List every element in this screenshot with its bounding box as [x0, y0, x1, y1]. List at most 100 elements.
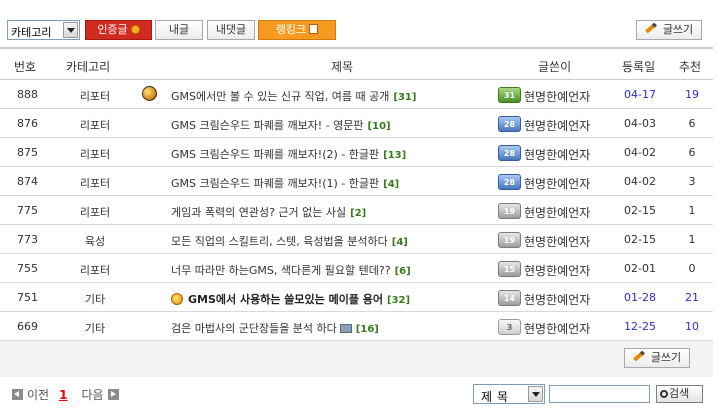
prev-page-link[interactable]: 이전 [27, 388, 49, 402]
table-row: 755 리포터 너무 따라만 하는GMS, 색다른게 필요할 텐데?? [6] 15 현명… [0, 254, 713, 283]
chevron-down-icon[interactable] [63, 22, 78, 38]
author-name[interactable]: 현명한예언자 [524, 117, 590, 134]
prev-arrow-icon[interactable] [12, 389, 23, 400]
post-list: 번호 카테고리 제목 글쓴이 등록일 추천 888 리포터 GMS에서만 볼 수 있… [0, 47, 713, 341]
level-badge-icon: 28 [498, 174, 521, 190]
header-date: 등록일 [622, 60, 656, 74]
post-title: 게임과 폭력의 연관성? 근거 없는 사실 [171, 206, 347, 219]
ranking-label: 랭킹크 [275, 23, 307, 36]
post-number: 874 [17, 175, 38, 188]
post-title: 모든 직업의 스킬트리, 스텟, 육성법을 분석하다 [171, 235, 388, 248]
globe-icon [142, 86, 157, 101]
search-button[interactable]: 검색 [656, 385, 703, 403]
level-badge-number: 31 [498, 87, 521, 103]
post-category: 육성 [84, 235, 106, 248]
comment-count: [6] [394, 266, 411, 277]
recommend-count: 1 [688, 204, 696, 217]
post-date: 02-01 [624, 262, 656, 275]
search-button-label: 검색 [669, 387, 690, 400]
post-title: GMS 크림슨우드 파퀘를 깨보자!(2) - 한글판 [171, 148, 380, 161]
level-badge-icon: 15 [498, 261, 521, 277]
table-row: 875 리포터 GMS 크림슨우드 파퀘를 깨보자!(2) - 한글판 [13] 28 현… [0, 138, 713, 167]
next-page-link[interactable]: 다음 [81, 388, 103, 402]
header-recommend: 추천 [679, 60, 702, 74]
post-title-link[interactable]: 모든 직업의 스킬트리, 스텟, 육성법을 분석하다 [4] [171, 233, 408, 249]
my-posts-button[interactable]: 내글 [155, 20, 203, 40]
my-comments-button[interactable]: 내댓글 [207, 20, 255, 40]
write-button-top[interactable]: 글쓰기 [636, 20, 702, 40]
search-input[interactable] [549, 385, 650, 403]
post-title-link[interactable]: 검은 마법사의 군단장들을 분석 하다 [16] [171, 320, 379, 336]
next-arrow-icon[interactable] [107, 389, 119, 400]
post-category: 리포터 [79, 264, 111, 277]
post-title-link[interactable]: GMS 크림슨우드 파퀘를 깨보자!(1) - 한글판 [4] [171, 175, 399, 191]
level-badge-icon: 14 [498, 290, 521, 306]
post-date: 04-17 [624, 88, 656, 101]
post-title-link[interactable]: 게임과 폭력의 연관성? 근거 없는 사실 [2] [171, 204, 366, 220]
author-name[interactable]: 현명한예언자 [524, 233, 590, 250]
header-no: 번호 [14, 60, 37, 74]
medal-icon [130, 25, 140, 34]
certified-posts-label: 인증글 [97, 23, 128, 36]
post-title-link[interactable]: GMS 크림슨우드 파퀘를 깨보자! - 영문판 [10] [171, 117, 391, 133]
author-name[interactable]: 현명한예언자 [524, 320, 590, 337]
post-title: 너무 따라만 하는GMS, 색다른게 필요할 텐데?? [171, 264, 391, 277]
post-category: 기타 [84, 322, 106, 335]
table-row: 874 리포터 GMS 크림슨우드 파퀘를 깨보자!(1) - 한글판 [4] 28 현명… [0, 167, 713, 196]
search-field-select[interactable]: 제목 [473, 384, 545, 404]
post-category: 리포터 [79, 206, 111, 219]
author-name[interactable]: 현명한예언자 [524, 204, 590, 221]
table-row: 876 리포터 GMS 크림슨우드 파퀘를 깨보자! - 영문판 [10] 28 현명한예… [0, 109, 713, 138]
category-select-value: 카테고리 [11, 26, 52, 39]
comment-count: [31] [393, 92, 417, 103]
post-number: 888 [17, 88, 38, 101]
post-number: 775 [17, 204, 38, 217]
header-category: 카테고리 [66, 60, 111, 74]
post-number: 773 [17, 233, 38, 246]
header-author: 글쓴이 [538, 60, 572, 74]
post-number: 751 [17, 291, 38, 304]
category-select[interactable]: 카테고리 [7, 20, 80, 40]
post-date: 01-28 [624, 291, 656, 304]
level-badge-number: 28 [498, 174, 521, 190]
author-name[interactable]: 현명한예언자 [524, 175, 590, 192]
header-title: 제목 [331, 60, 354, 74]
table-row: 773 육성 모든 직업의 스킬트리, 스텟, 육성법을 분석하다 [4] 19 현명한예… [0, 225, 713, 254]
comment-count: [2] [350, 208, 367, 219]
author-name[interactable]: 현명한예언자 [524, 262, 590, 279]
post-date: 02-15 [624, 204, 656, 217]
level-badge-number: 28 [498, 145, 521, 161]
author-name[interactable]: 현명한예언자 [524, 146, 590, 163]
table-row: 888 리포터 GMS에서만 볼 수 있는 신규 직업, 여름 때 공개 [31] 31… [0, 80, 713, 109]
post-title-link[interactable]: 너무 따라만 하는GMS, 색다른게 필요할 텐데?? [6] [171, 262, 411, 278]
post-title-link[interactable]: GMS에서만 볼 수 있는 신규 직업, 여름 때 공개 [31] [171, 88, 416, 104]
post-number: 669 [17, 320, 38, 333]
certified-posts-button[interactable]: 인증글 [85, 20, 152, 40]
current-page[interactable]: 1 [59, 388, 67, 402]
table-row: 751 기타 GMS에서 사용하는 쓸모있는 메이플 용어 [32] 14 현명한예언자 0… [0, 283, 713, 312]
board-toolbar: 카테고리 인증글 내글 내댓글 랭킹크 글쓰기 [0, 0, 719, 44]
comment-count: [10] [367, 121, 391, 132]
post-title-link[interactable]: GMS 크림슨우드 파퀘를 깨보자!(2) - 한글판 [13] [171, 146, 406, 162]
level-badge-number: 14 [498, 290, 521, 306]
recommend-count: 6 [688, 117, 696, 130]
level-badge-icon: 3 [498, 319, 521, 335]
recommend-count: 3 [688, 175, 696, 188]
write-label: 글쓰기 [662, 23, 694, 36]
author-name[interactable]: 현명한예언자 [524, 291, 590, 308]
search-icon [660, 390, 668, 398]
ranking-button[interactable]: 랭킹크 [258, 20, 336, 40]
chevron-down-icon[interactable] [528, 386, 543, 402]
write-button-bottom[interactable]: 글쓰기 [624, 348, 690, 368]
post-date: 12-25 [624, 320, 656, 333]
level-badge-icon: 28 [498, 145, 521, 161]
post-title-link[interactable]: GMS에서 사용하는 쓸모있는 메이플 용어 [32] [171, 291, 410, 307]
post-category: 리포터 [79, 177, 111, 190]
post-category: 리포터 [79, 90, 111, 103]
post-title: GMS에서 사용하는 쓸모있는 메이플 용어 [188, 293, 384, 306]
author-name[interactable]: 현명한예언자 [524, 88, 590, 105]
post-date: 04-02 [624, 146, 656, 159]
search-field-value: 제목 [481, 390, 514, 404]
document-icon [309, 24, 319, 34]
level-badge-icon: 19 [498, 232, 521, 248]
